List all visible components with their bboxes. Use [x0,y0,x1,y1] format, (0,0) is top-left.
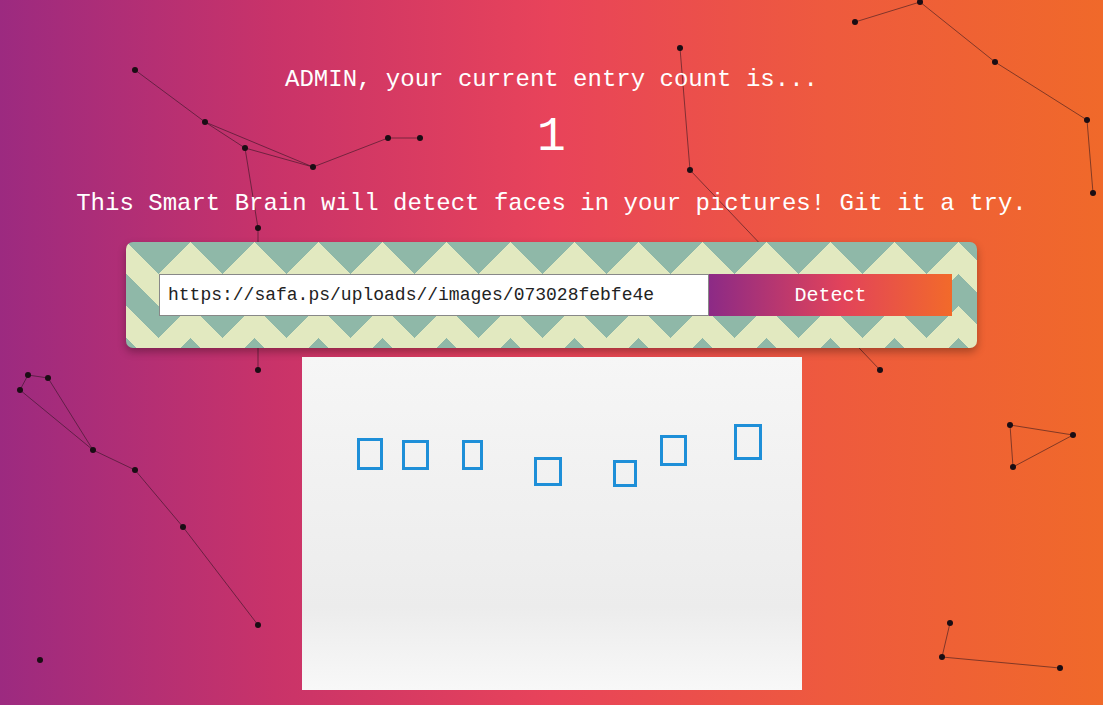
detect-button[interactable]: Detect [709,274,952,316]
main-content: ADMIN, your current entry count is... 1 … [0,0,1103,690]
result-image [302,357,802,690]
face-bounding-box [660,435,687,466]
image-link-form: Detect [126,242,977,348]
face-bounding-box [357,438,383,470]
face-bounding-box [734,424,762,460]
face-bounding-box [613,460,637,487]
page: ADMIN, your current entry count is... 1 … [0,0,1103,705]
face-bounding-box [534,457,562,486]
entry-count-label: ADMIN, your current entry count is... [285,65,818,95]
face-bounding-box [402,440,429,470]
face-bounding-box [462,440,483,470]
entry-count: 1 [537,109,566,165]
image-url-input[interactable] [159,274,709,316]
tagline: This Smart Brain will detect faces in yo… [76,189,1027,219]
